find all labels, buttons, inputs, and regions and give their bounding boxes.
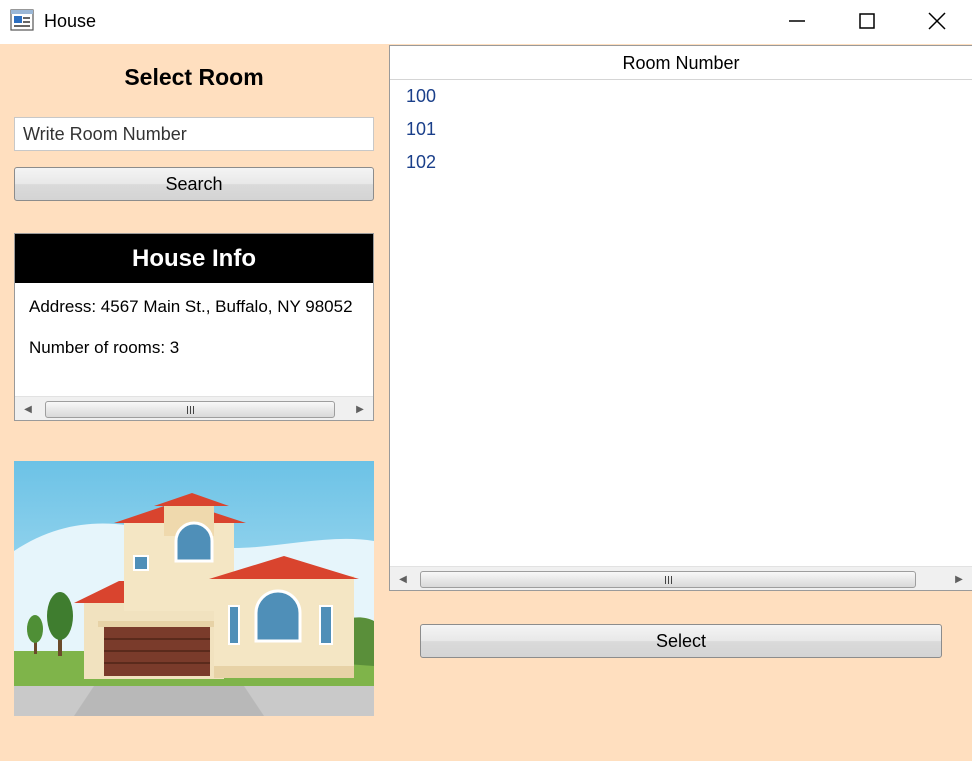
title-bar: House: [0, 0, 972, 44]
room-list-item[interactable]: 101: [390, 113, 972, 146]
select-room-heading: Select Room: [124, 64, 264, 90]
maximize-button[interactable]: [832, 0, 902, 42]
grip-icon: [186, 405, 194, 414]
column-header-room-number[interactable]: Room Number: [390, 46, 972, 80]
room-list-scrollbar[interactable]: ◀ ▶: [390, 566, 972, 590]
room-number-input[interactable]: [14, 117, 374, 151]
close-button[interactable]: [902, 0, 972, 42]
scroll-right-arrow-icon[interactable]: ▶: [347, 397, 373, 421]
minimize-button[interactable]: [762, 0, 832, 42]
grip-icon: [664, 575, 672, 584]
house-info-body: Address: 4567 Main St., Buffalo, NY 9805…: [15, 283, 373, 395]
main-window-content: Select Room Search House Info Address: 4…: [0, 44, 972, 761]
house-room-count: Number of rooms: 3: [29, 338, 180, 357]
scroll-left-arrow-icon[interactable]: ◀: [15, 397, 41, 421]
minimize-icon: [789, 20, 805, 22]
maximize-icon: [859, 13, 875, 29]
house-address: Address: 4567 Main St., Buffalo, NY 9805…: [29, 297, 353, 316]
room-list-item[interactable]: 102: [390, 146, 972, 179]
search-button[interactable]: Search: [14, 167, 374, 201]
scroll-left-arrow-icon[interactable]: ◀: [390, 567, 416, 591]
close-icon: [928, 12, 946, 30]
room-list[interactable]: Room Number 100 101 102 ◀ ▶: [389, 45, 972, 591]
scrollbar-thumb[interactable]: [420, 571, 916, 588]
house-info-panel: House Info Address: 4567 Main St., Buffa…: [14, 233, 374, 421]
room-list-item[interactable]: 100: [390, 80, 972, 113]
scroll-right-arrow-icon[interactable]: ▶: [946, 567, 972, 591]
select-button[interactable]: Select: [420, 624, 942, 658]
house-info-header: House Info: [15, 234, 373, 283]
house-image: [14, 461, 374, 716]
window-title: House: [44, 11, 97, 31]
scrollbar-thumb[interactable]: [45, 401, 335, 418]
app-window-icon: [10, 9, 34, 31]
house-info-scrollbar[interactable]: ◀ ▶: [15, 396, 373, 420]
